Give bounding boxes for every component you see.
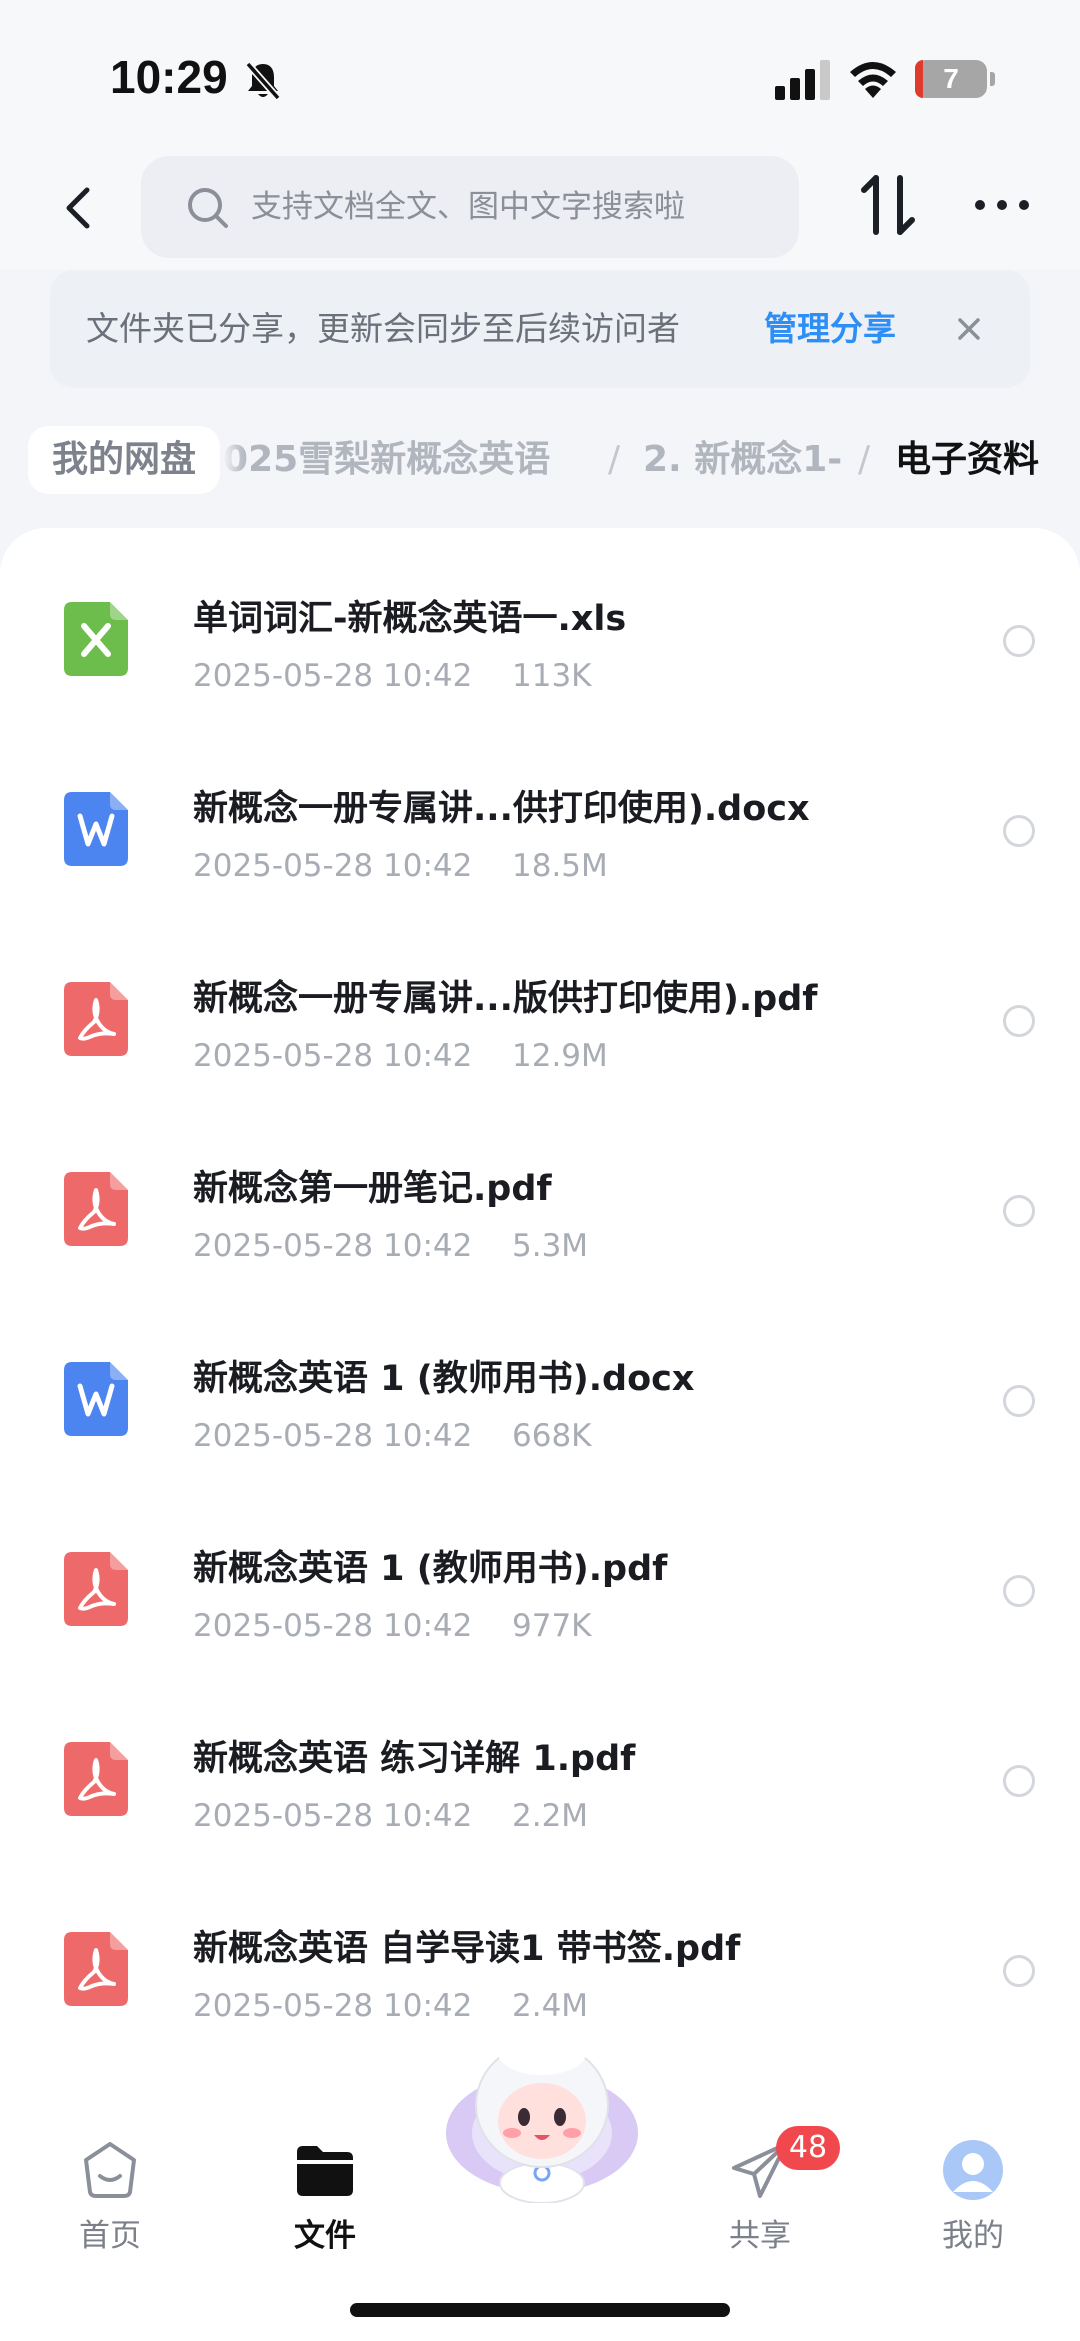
pdf-file-icon	[64, 1932, 128, 2006]
search-box[interactable]: 支持文档全文、图中文字搜索啦	[141, 156, 799, 258]
pdf-file-icon	[64, 1742, 128, 1816]
file-list: 单词词汇-新概念英语一.xls 2025-05-28 10:42 113K 新概念一册…	[0, 528, 1080, 2088]
nav-me[interactable]: 我的	[913, 2138, 1033, 2268]
wifi-icon	[850, 62, 896, 98]
top-bar: 支持文档全文、图中文字搜索啦	[0, 150, 1080, 270]
file-size: 18.5M	[512, 848, 608, 884]
file-date: 2025-05-28 10:42	[193, 1988, 473, 2024]
home-icon	[84, 2142, 136, 2198]
cellular-signal-icon	[775, 60, 830, 100]
breadcrumb: 我的网盘 2025雪梨新概念英语 / 2. 新概念1- / 电子资料	[0, 410, 1080, 510]
status-time: 10:29	[110, 51, 228, 103]
file-row[interactable]: 新概念英语 练习详解 1.pdf 2025-05-28 10:42 2.2M	[0, 1668, 1080, 1858]
file-row[interactable]: 新概念第一册笔记.pdf 2025-05-28 10:42 5.3M	[0, 1098, 1080, 1288]
breadcrumb-separator: /	[608, 439, 621, 480]
share-notice-text: 文件夹已分享，更新会同步至后续访问者	[86, 309, 680, 348]
search-icon	[188, 188, 228, 228]
share-notice-banner: 文件夹已分享，更新会同步至后续访问者 管理分享	[50, 270, 1030, 388]
back-button[interactable]	[55, 178, 105, 238]
pdf-file-icon	[64, 982, 128, 1056]
search-input[interactable]: 支持文档全文、图中文字搜索啦	[251, 156, 685, 258]
select-checkbox[interactable]	[1003, 1765, 1035, 1797]
select-checkbox[interactable]	[1003, 625, 1035, 657]
file-name: 新概念英语 练习详解 1.pdf	[193, 1739, 636, 1779]
pdf-file-icon	[64, 1172, 128, 1246]
muted-bell-icon	[245, 61, 281, 101]
file-row[interactable]: 新概念一册专属讲...版供打印使用).pdf 2025-05-28 10:42 12…	[0, 908, 1080, 1098]
battery-tip	[990, 72, 995, 86]
file-name: 新概念英语 1 (教师用书).docx	[193, 1359, 695, 1399]
home-indicator	[350, 2303, 730, 2317]
file-date: 2025-05-28 10:42	[193, 1608, 473, 1644]
file-size: 12.9M	[512, 1038, 608, 1074]
nav-me-label: 我的	[942, 2218, 1004, 2254]
breadcrumb-root[interactable]: 我的网盘	[28, 426, 221, 494]
battery-indicator: 7	[915, 60, 987, 98]
file-name: 单词词汇-新概念英语一.xls	[193, 599, 627, 639]
file-size: 977K	[512, 1608, 592, 1644]
breadcrumb-item[interactable]: 2025雪梨新概念英语	[198, 426, 550, 494]
file-date: 2025-05-28 10:42	[193, 1798, 473, 1834]
folder-icon	[297, 2146, 353, 2196]
breadcrumb-current: 电子资料	[895, 439, 1040, 480]
nav-home[interactable]: 首页	[50, 2138, 170, 2268]
file-date: 2025-05-28 10:42	[193, 658, 473, 694]
docx-file-icon	[64, 792, 128, 866]
more-options-button[interactable]	[972, 190, 1032, 220]
select-checkbox[interactable]	[1003, 815, 1035, 847]
file-date: 2025-05-28 10:42	[193, 1038, 473, 1074]
select-checkbox[interactable]	[1003, 1005, 1035, 1037]
docx-file-icon	[64, 1362, 128, 1436]
share-count-badge: 48	[776, 2126, 840, 2170]
close-icon[interactable]	[950, 310, 988, 348]
select-checkbox[interactable]	[1003, 1955, 1035, 1987]
file-date: 2025-05-28 10:42	[193, 848, 473, 884]
file-name: 新概念一册专属讲...版供打印使用).pdf	[193, 979, 818, 1019]
file-name: 新概念一册专属讲...供打印使用).docx	[193, 789, 810, 829]
file-size: 2.2M	[512, 1798, 589, 1834]
nav-files-label: 文件	[294, 2218, 356, 2254]
file-row[interactable]: 新概念英语 1 (教师用书).docx 2025-05-28 10:42 668K	[0, 1288, 1080, 1478]
avatar	[943, 2140, 1003, 2200]
breadcrumb-separator: /	[858, 439, 871, 480]
file-name: 新概念英语 自学导读1 带书签.pdf	[193, 1929, 741, 1969]
file-size: 113K	[512, 658, 592, 694]
file-date: 2025-05-28 10:42	[193, 1228, 473, 1264]
select-checkbox[interactable]	[1003, 1195, 1035, 1227]
ai-assistant-mascot[interactable]	[440, 2013, 645, 2203]
status-bar: 10:29 7	[0, 0, 1080, 150]
file-name: 新概念第一册笔记.pdf	[193, 1169, 552, 1209]
select-checkbox[interactable]	[1003, 1575, 1035, 1607]
file-row[interactable]: 新概念英语 1 (教师用书).pdf 2025-05-28 10:42 977K	[0, 1478, 1080, 1668]
breadcrumb-item[interactable]: 2. 新概念1-	[643, 426, 842, 494]
xls-file-icon	[64, 602, 128, 676]
file-row[interactable]: 单词词汇-新概念英语一.xls 2025-05-28 10:42 113K	[0, 528, 1080, 718]
pdf-file-icon	[64, 1552, 128, 1626]
nav-files[interactable]: 文件	[265, 2138, 385, 2268]
file-row[interactable]: 新概念一册专属讲...供打印使用).docx 2025-05-28 10:42 18…	[0, 718, 1080, 908]
manage-share-link[interactable]: 管理分享	[764, 270, 896, 388]
file-size: 668K	[512, 1418, 592, 1454]
sort-button[interactable]	[858, 170, 918, 240]
select-checkbox[interactable]	[1003, 1385, 1035, 1417]
file-size: 5.3M	[512, 1228, 589, 1264]
file-date: 2025-05-28 10:42	[193, 1418, 473, 1454]
nav-share-label: 共享	[729, 2218, 791, 2254]
nav-home-label: 首页	[79, 2218, 141, 2254]
file-name: 新概念英语 1 (教师用书).pdf	[193, 1549, 668, 1589]
